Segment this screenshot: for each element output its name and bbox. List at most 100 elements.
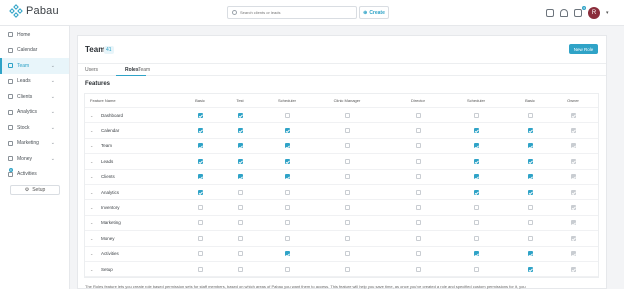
new-role-button[interactable]: New Role (569, 44, 598, 54)
permission-checkbox[interactable] (197, 112, 203, 118)
permission-checkbox[interactable] (284, 235, 290, 241)
permission-checkbox[interactable] (284, 205, 290, 211)
chevron-down-icon[interactable]: ⌄ (90, 170, 93, 184)
permission-checkbox[interactable] (197, 158, 203, 164)
permission-checkbox[interactable] (197, 266, 203, 272)
permission-checkbox[interactable] (415, 143, 421, 149)
permission-checkbox[interactable] (527, 143, 533, 149)
permission-checkbox[interactable] (284, 174, 290, 180)
permission-checkbox[interactable] (237, 174, 243, 180)
sidebar-item-home[interactable]: Home (0, 27, 69, 43)
permission-checkbox[interactable] (237, 235, 243, 241)
permission-checkbox[interactable] (473, 251, 479, 257)
permission-checkbox[interactable] (527, 266, 533, 272)
chevron-down-icon[interactable]: ⌄ (90, 216, 93, 230)
permission-checkbox[interactable] (237, 143, 243, 149)
permission-checkbox[interactable] (415, 220, 421, 226)
permission-checkbox[interactable] (237, 112, 243, 118)
create-button[interactable]: ⊕ Create (359, 6, 389, 19)
sidebar-item-marketing[interactable]: Marketing ⌄ (0, 136, 69, 152)
permission-checkbox[interactable] (473, 189, 479, 195)
permission-checkbox[interactable] (344, 143, 350, 149)
permission-checkbox[interactable] (473, 220, 479, 226)
permission-checkbox[interactable] (237, 128, 243, 134)
permission-checkbox[interactable] (284, 251, 290, 257)
permission-checkbox[interactable] (527, 158, 533, 164)
permission-checkbox[interactable] (237, 251, 243, 257)
chevron-down-icon[interactable]: ⌄ (90, 231, 93, 245)
permission-checkbox[interactable] (527, 112, 533, 118)
permission-checkbox[interactable] (197, 128, 203, 134)
permission-checkbox[interactable] (527, 251, 533, 257)
chevron-down-icon[interactable]: ▾ (606, 10, 609, 16)
chevron-down-icon[interactable]: ⌄ (90, 185, 93, 199)
sidebar-item-stock[interactable]: Stock ⌄ (0, 120, 69, 136)
permission-checkbox[interactable] (344, 189, 350, 195)
sidebar-item-analytics[interactable]: Analytics ⌄ (0, 105, 69, 121)
sidebar-item-team[interactable]: Team ⌄ (0, 58, 69, 74)
permission-checkbox[interactable] (284, 112, 290, 118)
permission-checkbox[interactable] (527, 174, 533, 180)
permission-checkbox[interactable] (527, 220, 533, 226)
permission-checkbox[interactable] (473, 174, 479, 180)
sidebar-item-leads[interactable]: Leads ⌄ (0, 74, 69, 90)
chevron-down-icon[interactable]: ⌄ (90, 200, 93, 214)
permission-checkbox[interactable] (473, 128, 479, 134)
chevron-down-icon[interactable]: ⌄ (90, 108, 93, 122)
permission-checkbox[interactable] (344, 158, 350, 164)
permission-checkbox[interactable] (284, 128, 290, 134)
bell-icon[interactable] (560, 9, 568, 17)
chevron-down-icon[interactable]: ⌄ (90, 139, 93, 153)
permission-checkbox[interactable] (415, 112, 421, 118)
permission-checkbox[interactable] (197, 251, 203, 257)
permission-checkbox[interactable] (344, 220, 350, 226)
permission-checkbox[interactable] (284, 143, 290, 149)
permission-checkbox[interactable] (527, 189, 533, 195)
permission-checkbox[interactable] (197, 220, 203, 226)
permission-checkbox[interactable] (284, 220, 290, 226)
permission-checkbox[interactable] (415, 174, 421, 180)
permission-checkbox[interactable] (344, 251, 350, 257)
permission-checkbox[interactable] (344, 235, 350, 241)
sidebar-item-clients[interactable]: Clients ⌄ (0, 89, 69, 105)
tab-users[interactable]: Users (85, 67, 98, 73)
permission-checkbox[interactable] (344, 128, 350, 134)
permission-checkbox[interactable] (237, 266, 243, 272)
permission-checkbox[interactable] (237, 189, 243, 195)
setup-button[interactable]: ⚙ Setup (10, 185, 60, 195)
permission-checkbox[interactable] (473, 112, 479, 118)
search-bar[interactable] (227, 6, 357, 19)
permission-checkbox[interactable] (415, 235, 421, 241)
permission-checkbox[interactable] (197, 205, 203, 211)
permission-checkbox[interactable] (344, 205, 350, 211)
permission-checkbox[interactable] (415, 158, 421, 164)
permission-checkbox[interactable] (237, 158, 243, 164)
calendar-icon[interactable] (546, 9, 554, 17)
permission-checkbox[interactable] (197, 174, 203, 180)
permission-checkbox[interactable] (284, 158, 290, 164)
avatar[interactable]: R (588, 7, 600, 19)
permission-checkbox[interactable] (344, 174, 350, 180)
permission-checkbox[interactable] (527, 205, 533, 211)
permission-checkbox[interactable] (284, 266, 290, 272)
permission-checkbox[interactable] (473, 143, 479, 149)
permission-checkbox[interactable] (415, 128, 421, 134)
permission-checkbox[interactable] (473, 266, 479, 272)
sidebar-item-money[interactable]: Money ⌄ (0, 151, 69, 167)
permission-checkbox[interactable] (284, 189, 290, 195)
chevron-down-icon[interactable]: ⌄ (90, 123, 93, 137)
permission-checkbox[interactable] (237, 205, 243, 211)
permission-checkbox[interactable] (415, 251, 421, 257)
permission-checkbox[interactable] (527, 128, 533, 134)
logo[interactable]: Pabau (9, 4, 59, 18)
permission-checkbox[interactable] (237, 220, 243, 226)
tab-roles[interactable]: Roles (125, 67, 139, 73)
permission-checkbox[interactable] (197, 189, 203, 195)
chevron-down-icon[interactable]: ⌄ (90, 154, 93, 168)
permission-checkbox[interactable] (415, 266, 421, 272)
permission-checkbox[interactable] (473, 158, 479, 164)
permission-checkbox[interactable] (197, 143, 203, 149)
permission-checkbox[interactable] (344, 112, 350, 118)
sidebar-item-calendar[interactable]: Calendar (0, 43, 69, 59)
chevron-down-icon[interactable]: ⌄ (90, 247, 93, 261)
